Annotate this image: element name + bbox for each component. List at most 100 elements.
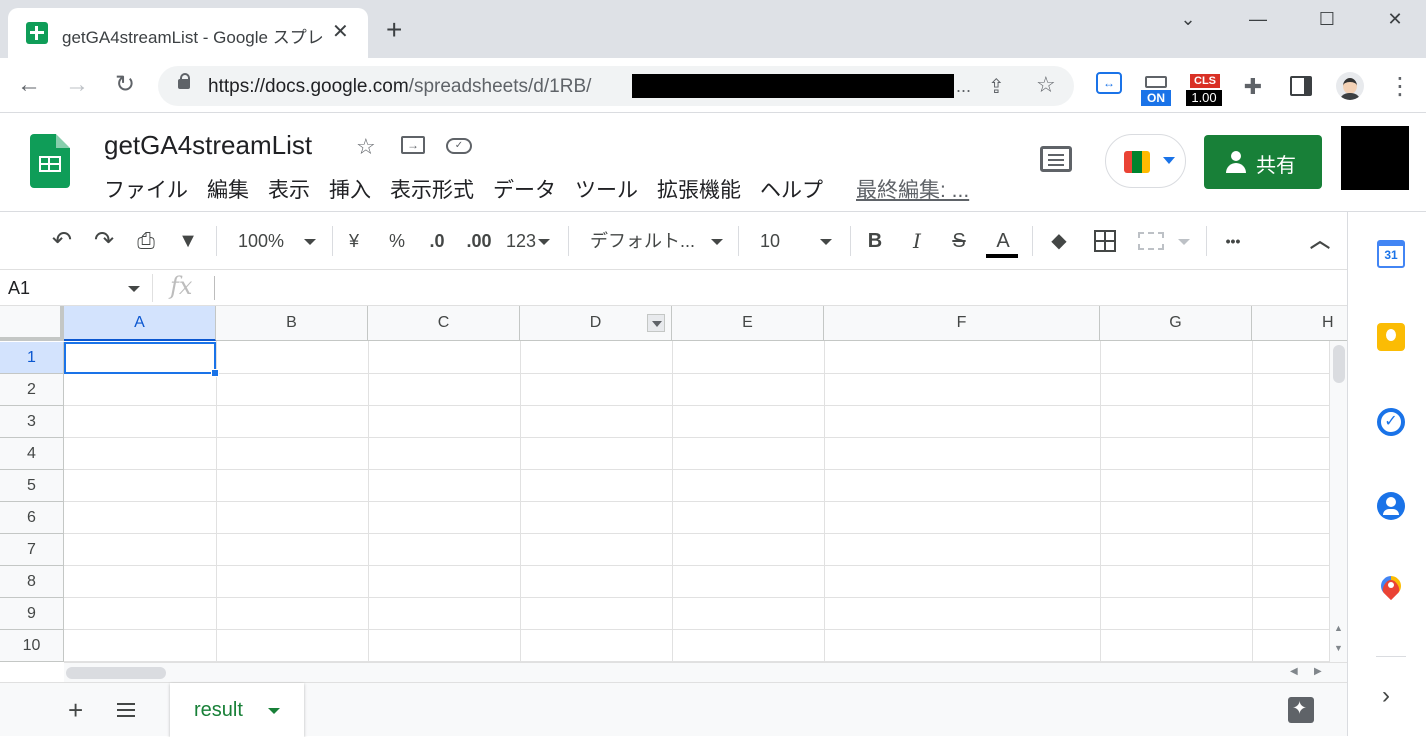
row-header-1[interactable]: 1 xyxy=(0,342,64,374)
formula-input[interactable] xyxy=(222,276,1322,300)
percent-format-button[interactable]: % xyxy=(386,228,408,254)
italic-button[interactable]: I xyxy=(906,228,928,254)
fill-handle[interactable] xyxy=(211,369,219,377)
tab-close-button[interactable]: ✕ xyxy=(332,20,349,44)
add-sheet-button[interactable]: + xyxy=(68,697,83,723)
borders-icon[interactable] xyxy=(1094,230,1116,252)
extensions-puzzle-icon[interactable]: ✚ xyxy=(1240,74,1266,100)
row-header-7[interactable]: 7 xyxy=(0,534,64,566)
scroll-down-icon[interactable]: ▼ xyxy=(1334,643,1343,653)
chevron-down-icon[interactable] xyxy=(268,708,280,714)
sheet-tab-result[interactable]: result xyxy=(170,683,304,737)
calendar-icon[interactable]: 31 xyxy=(1377,240,1405,268)
menu-insert[interactable]: 挿入 xyxy=(329,174,371,204)
row-header-6[interactable]: 6 xyxy=(0,502,64,534)
spreadsheet-grid[interactable]: A B C D E F G H 1 2 3 4 5 6 7 8 9 10 xyxy=(0,306,1347,662)
redo-icon[interactable]: ↷ xyxy=(90,228,118,254)
browser-menu-icon[interactable]: ⋮ xyxy=(1388,72,1412,101)
tasks-icon[interactable]: ✓ xyxy=(1377,408,1405,436)
scroll-left-icon[interactable]: ◀ xyxy=(1290,666,1298,677)
menu-edit[interactable]: 編集 xyxy=(207,174,249,204)
text-color-button[interactable]: A xyxy=(986,228,1020,258)
column-header-b[interactable]: B xyxy=(216,306,368,341)
keep-icon[interactable] xyxy=(1377,323,1405,351)
menu-data[interactable]: データ xyxy=(493,174,556,204)
column-header-e[interactable]: E xyxy=(672,306,824,341)
last-edit-link[interactable]: 最終編集: ... xyxy=(856,174,969,204)
all-sheets-list-icon[interactable] xyxy=(117,703,135,717)
comment-history-icon[interactable] xyxy=(1040,146,1072,172)
scroll-right-icon[interactable]: ▶ xyxy=(1314,666,1322,677)
explore-icon[interactable] xyxy=(1288,697,1314,723)
column-header-a[interactable]: A xyxy=(64,306,216,341)
vertical-scrollbar[interactable]: ▲ ▼ xyxy=(1329,341,1347,662)
translate-extension-icon[interactable]: ↔ xyxy=(1096,72,1122,94)
paint-format-icon[interactable]: ▼ xyxy=(176,228,200,254)
menu-extensions[interactable]: 拡張機能 xyxy=(657,174,741,204)
font-size-select[interactable]: 10 xyxy=(760,228,840,254)
currency-format-button[interactable]: ¥ xyxy=(342,228,366,254)
bold-button[interactable]: B xyxy=(864,228,886,254)
share-button[interactable]: 共有 xyxy=(1204,135,1322,189)
column-header-c[interactable]: C xyxy=(368,306,520,341)
back-arrow-icon[interactable]: ← xyxy=(14,70,44,100)
scroll-up-icon[interactable]: ▲ xyxy=(1334,623,1343,633)
meet-button[interactable] xyxy=(1105,134,1186,188)
menu-help[interactable]: ヘルプ xyxy=(760,174,823,204)
row-header-9[interactable]: 9 xyxy=(0,598,64,630)
name-box[interactable]: A1 xyxy=(8,278,30,299)
profile-avatar[interactable] xyxy=(1336,72,1364,100)
row-header-4[interactable]: 4 xyxy=(0,438,64,470)
decrease-decimal-button[interactable]: .0 xyxy=(424,228,450,254)
column-header-g[interactable]: G xyxy=(1100,306,1252,341)
row-header-2[interactable]: 2 xyxy=(0,374,64,406)
more-options-button[interactable]: ••• xyxy=(1218,228,1248,254)
increase-decimal-button[interactable]: .00 xyxy=(464,228,494,254)
more-formats-button[interactable]: 123 xyxy=(506,228,556,254)
menu-view[interactable]: 表示 xyxy=(268,174,310,204)
document-title[interactable]: getGA4streamList xyxy=(104,130,312,161)
horizontal-scroll-thumb[interactable] xyxy=(66,667,166,679)
strikethrough-button[interactable]: S xyxy=(948,228,970,254)
column-header-f[interactable]: F xyxy=(824,306,1100,341)
row-header-8[interactable]: 8 xyxy=(0,566,64,598)
minimize-button[interactable]: — xyxy=(1235,6,1281,32)
move-folder-icon[interactable]: → xyxy=(401,136,425,154)
reload-icon[interactable]: ↻ xyxy=(110,70,140,100)
browser-tab[interactable]: getGA4streamList - Google スプレ ✕ xyxy=(8,8,368,58)
column-d-filter-icon[interactable] xyxy=(647,314,665,332)
horizontal-scrollbar[interactable]: ◀ ▶ xyxy=(64,662,1347,682)
zoom-select[interactable]: 100% xyxy=(238,228,322,254)
merge-options-caret[interactable] xyxy=(1176,228,1192,254)
merge-cells-icon[interactable] xyxy=(1138,232,1164,250)
new-tab-button[interactable]: + xyxy=(386,16,402,44)
row-header-5[interactable]: 5 xyxy=(0,470,64,502)
address-bar[interactable]: https://docs.google.com/spreadsheets/d/1… xyxy=(158,66,1074,106)
window-close-button[interactable]: ✕ xyxy=(1372,6,1418,32)
cloud-status-icon[interactable]: ✓ xyxy=(446,138,472,154)
star-icon[interactable]: ☆ xyxy=(356,134,376,160)
expand-panel-icon[interactable]: › xyxy=(1382,682,1390,710)
vertical-scroll-thumb[interactable] xyxy=(1333,345,1345,383)
tab-search-button[interactable]: ⌄ xyxy=(1165,6,1211,32)
extension-on-icon[interactable]: ON xyxy=(1141,74,1171,108)
column-header-h[interactable]: H xyxy=(1252,306,1347,341)
menu-format[interactable]: 表示形式 xyxy=(390,174,474,204)
forward-arrow-icon[interactable]: → xyxy=(62,70,92,100)
select-all-corner[interactable] xyxy=(0,306,64,341)
row-header-3[interactable]: 3 xyxy=(0,406,64,438)
maximize-button[interactable]: ☐ xyxy=(1304,6,1350,32)
contacts-icon[interactable] xyxy=(1377,492,1405,520)
sheets-logo-icon[interactable] xyxy=(30,134,70,188)
side-panel-icon[interactable] xyxy=(1290,76,1312,96)
font-family-select[interactable]: デフォルト... xyxy=(590,228,726,254)
fill-color-icon[interactable]: ◆ xyxy=(1046,228,1072,254)
collapse-toolbar-icon[interactable]: ︿ xyxy=(1306,228,1334,254)
bookmark-star-icon[interactable]: ☆ xyxy=(1036,72,1056,98)
row-header-10[interactable]: 10 xyxy=(0,630,64,662)
print-icon[interactable]: ⎙ xyxy=(132,228,160,254)
selected-cell-a1[interactable] xyxy=(64,342,216,374)
undo-icon[interactable]: ↶ xyxy=(48,228,76,254)
share-page-icon[interactable]: ⇪ xyxy=(988,74,1005,99)
menu-file[interactable]: ファイル xyxy=(104,174,188,204)
